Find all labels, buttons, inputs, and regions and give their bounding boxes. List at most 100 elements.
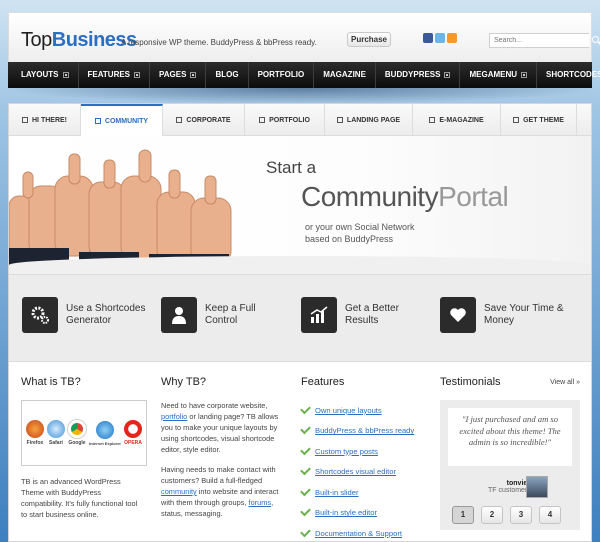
user-icon [161, 297, 197, 333]
forums-link[interactable]: forums [249, 498, 272, 507]
page-button[interactable]: 3 [510, 506, 532, 524]
feature-item[interactable]: Save Your Time & Money [440, 297, 568, 333]
check-icon [300, 444, 311, 456]
feature-list-item: Built-in slider [300, 482, 414, 503]
author-name: tonvie [506, 480, 528, 487]
tab-landing-page[interactable]: LANDING PAGE [325, 104, 413, 136]
tab-portfolio[interactable]: PORTFOLIO [245, 104, 325, 136]
rss-icon[interactable] [447, 33, 457, 43]
checkbox-icon [176, 117, 183, 123]
browser-logos: Firefox Safari Google Internet Explorer … [21, 400, 147, 466]
nav-item-portfolio[interactable]: PORTFOLIO [249, 62, 315, 88]
nav-item-label: PORTFOLIO [257, 70, 305, 79]
nav-item-pages[interactable]: PAGES [150, 62, 207, 88]
hero-title-community: Community [301, 181, 439, 212]
feature-link[interactable]: Built-in slider [315, 488, 358, 497]
twitter-icon[interactable] [435, 33, 445, 43]
features-list: Own unique layouts BuddyPress & bbPress r… [300, 400, 414, 542]
feature-link[interactable]: BuddyPress & bbPress ready [315, 426, 414, 435]
feature-text: Use a Shortcodes Generator [66, 303, 146, 326]
feature-link[interactable]: Own unique layouts [315, 406, 382, 415]
tab-label: COMMUNITY [104, 117, 149, 125]
nav-item-label: PAGES [159, 70, 187, 79]
content-panel: HI THERE! COMMUNITY CORPORATE PORTFOLIO LAND… [8, 103, 592, 542]
tab-label: CORPORATE [186, 116, 231, 124]
feature-item[interactable]: Get a Better Results [301, 297, 429, 333]
checkbox-icon [259, 117, 266, 123]
dropdown-icon [190, 72, 197, 78]
check-icon [300, 526, 311, 538]
hero-banner: Start a CommunityPortal or your own Soci… [9, 136, 591, 274]
feature-list-item: BuddyPress & bbPress ready [300, 421, 414, 442]
nav-item-layouts[interactable]: LAYOUTS [12, 62, 79, 88]
why-heading: Why TB? [161, 376, 207, 388]
purchase-button[interactable]: Purchase [347, 32, 391, 47]
site-tagline: A responsive WP theme. BuddyPress & bbPr… [121, 38, 317, 47]
search-input[interactable] [489, 33, 589, 48]
page-button[interactable]: 1 [452, 506, 474, 524]
tab-get-theme[interactable]: GET THEME [501, 104, 577, 136]
feature-item[interactable]: Keep a Full Control [161, 297, 289, 333]
tab-e-magazine[interactable]: E-MAGAZINE [413, 104, 501, 136]
feature-link[interactable]: Built-in style editor [315, 508, 377, 517]
nav-item-buddypress[interactable]: BUDDYPRESS [376, 62, 461, 88]
nav-item-blog[interactable]: BLOG [206, 62, 249, 88]
feature-text: Get a Better Results [345, 303, 399, 326]
chart-icon [301, 297, 337, 333]
tab-label: GET THEME [523, 116, 564, 124]
site-header: TopBusiness A responsive WP theme. Buddy… [8, 12, 599, 62]
feature-list-item: Custom type posts [300, 441, 414, 462]
feature-list-item: Documentation & Support [300, 523, 414, 542]
header-shadow [0, 88, 600, 104]
check-icon [300, 423, 311, 435]
nav-item-label: MEGAMENU [469, 70, 518, 79]
what-column: What is TB? Firefox Safari Google Intern… [21, 376, 147, 520]
page-button[interactable]: 4 [539, 506, 561, 524]
checkbox-icon [22, 117, 28, 123]
author-role: TF customer [488, 487, 528, 494]
checkbox-icon [513, 117, 520, 123]
thumbs-up-image [9, 149, 232, 274]
site-logo[interactable]: TopBusiness [21, 29, 137, 52]
why-column: Why TB? Need to have corporate website, … [161, 376, 281, 519]
nav-item-label: MAGAZINE [323, 70, 366, 79]
view-all-link[interactable]: View all » [550, 379, 580, 400]
portfolio-link[interactable]: portfolio [161, 412, 187, 421]
check-icon [300, 505, 311, 517]
why-paragraph-2: Having needs to make contact with custom… [161, 465, 279, 518]
community-link[interactable]: community [161, 487, 197, 496]
gears-icon [22, 297, 58, 333]
tab-label: LANDING PAGE [346, 116, 401, 124]
tab-community[interactable]: COMMUNITY [81, 104, 163, 136]
chrome-icon: Google [67, 420, 86, 446]
why-paragraph-1: Need to have corporate website, portfoli… [161, 401, 279, 454]
search-box [489, 33, 599, 48]
checkbox-icon [94, 118, 101, 124]
check-icon [300, 485, 311, 497]
nav-item-label: BLOG [215, 70, 239, 79]
showcase-tabs: HI THERE! COMMUNITY CORPORATE PORTFOLIO LAND… [9, 104, 591, 136]
feature-link[interactable]: Documentation & Support [315, 529, 402, 538]
facebook-icon[interactable] [423, 33, 433, 43]
feature-text: Save Your Time & Money [484, 303, 564, 326]
feature-strip: Use a Shortcodes Generator Keep a Full C… [9, 274, 591, 362]
tab-hi-there[interactable]: HI THERE! [9, 104, 81, 136]
nav-item-megamenu[interactable]: MEGAMENU [460, 62, 538, 88]
feature-list-item: Own unique layouts [300, 400, 414, 421]
feature-link[interactable]: Custom type posts [315, 447, 378, 456]
testimonial-box: "I just purchased and am so excited abou… [440, 400, 580, 530]
page-button[interactable]: 2 [481, 506, 503, 524]
feature-link[interactable]: Shortcodes visual editor [315, 467, 396, 476]
nav-item-shortcodes[interactable]: SHORTCODES [537, 62, 600, 88]
dropdown-icon [62, 72, 69, 78]
nav-item-magazine[interactable]: MAGAZINE [314, 62, 376, 88]
checkbox-icon [336, 117, 343, 123]
feature-item[interactable]: Use a Shortcodes Generator [22, 297, 150, 333]
opera-icon: OPERA [124, 420, 142, 446]
hero-title-portal: Portal [438, 181, 509, 212]
tab-corporate[interactable]: CORPORATE [163, 104, 245, 136]
logo-text-top: Top [21, 29, 52, 51]
feature-text: Keep a Full Control [205, 303, 256, 326]
nav-item-features[interactable]: FEATURES [79, 62, 151, 88]
main-navigation: LAYOUTS FEATURES PAGES BLOG PORTFOLIO MAGAZIN… [8, 62, 600, 88]
